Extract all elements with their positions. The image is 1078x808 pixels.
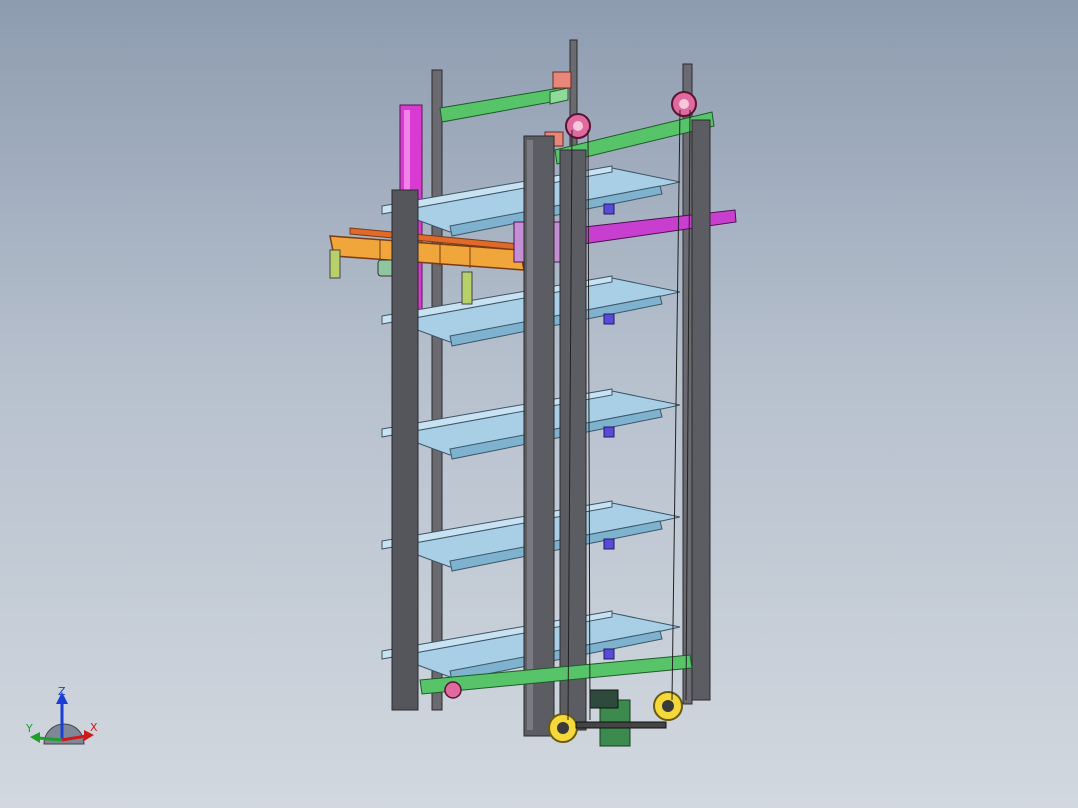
x-axis-label: X xyxy=(90,721,98,734)
shaft xyxy=(575,721,667,729)
lift-platform[interactable] xyxy=(329,227,525,305)
rear-left-column xyxy=(391,189,419,711)
y-axis-icon xyxy=(37,736,63,742)
shelf-clip-3 xyxy=(603,426,615,438)
axis-triad: Z Y X xyxy=(25,686,98,745)
shelf-clip-5 xyxy=(603,648,615,660)
front-mid-column xyxy=(559,149,587,731)
front-left-column-highlight xyxy=(527,140,533,730)
lift-bracket-right xyxy=(461,271,473,305)
top-block-left xyxy=(552,71,572,89)
rack-3d-model[interactable] xyxy=(0,0,1078,808)
lift-bracket-left xyxy=(329,249,341,279)
front-right-column xyxy=(691,119,711,701)
shelf-clip-4 xyxy=(603,538,615,550)
bottom-pulley xyxy=(444,681,462,699)
y-axis-label: Y xyxy=(25,722,33,735)
cad-viewport[interactable]: Z Y X xyxy=(0,0,1078,808)
shelf-clip-2 xyxy=(603,313,615,325)
gearbox xyxy=(589,689,619,709)
shelf-clip-1 xyxy=(603,203,615,215)
back-left-column xyxy=(431,69,443,711)
back-right-column xyxy=(682,63,693,705)
z-axis-label: Z xyxy=(58,686,66,698)
top-beam-back xyxy=(439,87,563,123)
